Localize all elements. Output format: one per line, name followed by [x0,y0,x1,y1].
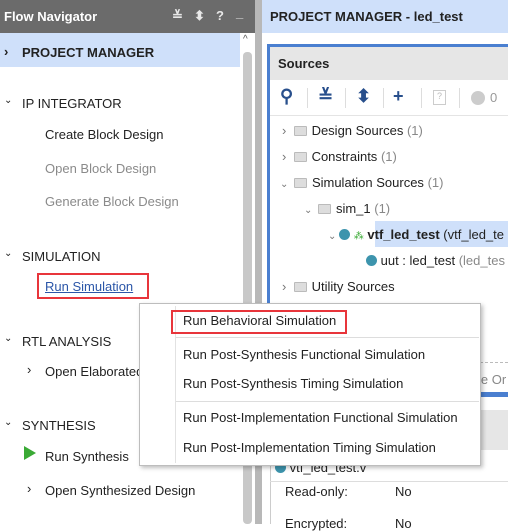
section-label[interactable]: PROJECT MANAGER [22,45,154,60]
chevron-down-icon[interactable]: ⌄ [4,417,12,428]
divider [307,88,308,108]
tree-row-utility-sources[interactable]: › Utility Sources [282,279,395,294]
nav-generate-block-design: Generate Block Design [45,194,179,209]
nav-open-synthesized-design[interactable]: Open Synthesized Design [45,483,195,498]
add-icon[interactable]: + [393,86,404,107]
main-header: PROJECT MANAGER - led_test [262,0,508,33]
module-icon [366,255,377,266]
error-count-icon[interactable] [471,91,485,105]
section-ip-integrator[interactable]: IP INTEGRATOR [22,96,122,111]
folder-icon [293,126,307,136]
sources-title: Sources [278,56,330,71]
chevron-right-icon[interactable]: › [27,481,31,496]
divider [459,88,460,108]
hierarchy-icon: ⁂ [353,231,364,242]
tree-row-vtf-led-test[interactable]: ⌄ ⁂ vtf_led_test (vtf_led_te [328,227,504,242]
scroll-up-icon[interactable]: ^ [243,34,248,45]
nav-run-synthesis[interactable]: Run Synthesis [45,449,129,464]
minimize-icon[interactable]: _ [236,5,243,20]
divider [270,481,508,482]
section-synthesis[interactable]: SYNTHESIS [22,418,96,433]
section-simulation[interactable]: SIMULATION [22,249,101,264]
menu-separator [176,401,479,402]
chevron-down-icon[interactable]: ⌄ [4,95,12,106]
divider [421,88,422,108]
menu-separator [176,337,479,338]
tree-row-design-sources[interactable]: › Design Sources (1) [282,123,423,138]
flow-navigator-title: Flow Navigator [4,9,98,24]
menu-run-behavioral-simulation[interactable]: Run Behavioral Simulation [183,313,336,328]
folder-icon [293,178,307,188]
folder-icon [317,204,331,214]
collapse-all-icon[interactable]: ≚ [172,8,183,24]
run-play-icon[interactable] [24,446,36,460]
prop-label: Read-only: [285,484,348,499]
tree-row-constraints[interactable]: › Constraints (1) [282,149,397,164]
search-icon[interactable]: ⚲ [280,86,293,107]
tree-row-sim-1[interactable]: ⌄ sim_1 (1) [304,201,390,216]
module-icon [339,229,351,240]
expand-all-icon[interactable]: ⬍ [194,8,205,24]
menu-run-post-synthesis-timing[interactable]: Run Post-Synthesis Timing Simulation [183,376,403,391]
chevron-down-icon[interactable]: ⌄ [4,333,12,344]
main-title: PROJECT MANAGER - led_test [270,9,463,24]
nav-run-simulation[interactable]: Run Simulation [45,279,133,294]
expand-all-icon[interactable]: ⬍ [356,86,371,107]
divider [345,88,346,108]
error-count: 0 [490,90,498,105]
nav-create-block-design[interactable]: Create Block Design [45,127,164,142]
section-rtl-analysis[interactable]: RTL ANALYSIS [22,334,111,349]
chevron-right-icon[interactable]: › [4,44,8,59]
collapse-all-icon[interactable]: ≚ [318,86,333,107]
divider [383,88,384,108]
divider [270,115,508,116]
menu-run-post-implementation-timing[interactable]: Run Post-Implementation Timing Simulatio… [183,440,436,455]
tree-row-simulation-sources[interactable]: ⌄ Simulation Sources (1) [280,175,443,190]
sources-header: Sources [270,47,508,80]
folder-icon [293,282,307,292]
unknown-file-icon[interactable]: ? [433,90,446,105]
folder-icon [293,152,307,162]
menu-run-post-implementation-functional[interactable]: Run Post-Implementation Functional Simul… [183,410,458,425]
tree-row-uut[interactable]: uut : led_test (led_tes [366,253,505,268]
nav-open-block-design: Open Block Design [45,161,157,176]
help-icon[interactable]: ? [216,8,224,23]
menu-run-post-synthesis-functional[interactable]: Run Post-Synthesis Functional Simulation [183,347,425,362]
chevron-down-icon[interactable]: ⌄ [4,248,12,259]
prop-value: No [395,484,412,499]
chevron-right-icon[interactable]: › [27,362,31,377]
